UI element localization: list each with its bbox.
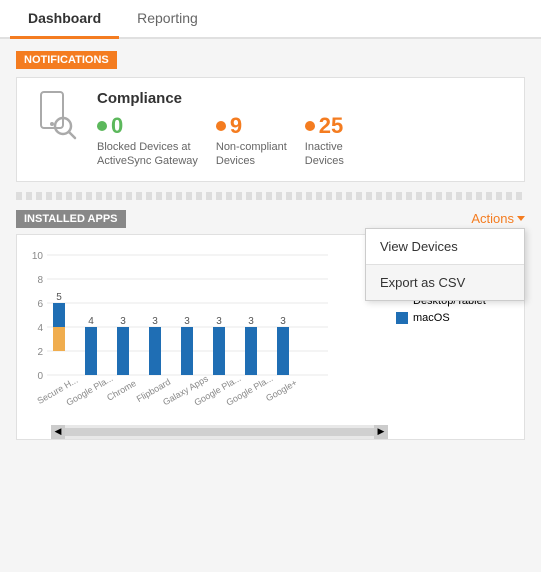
- bar-ios-0: [53, 327, 65, 351]
- section-divider: [16, 192, 525, 200]
- notifications-label: NOTIFICATIONS: [16, 51, 117, 69]
- tab-dashboard[interactable]: Dashboard: [10, 0, 119, 39]
- actions-dropdown: View Devices Export as CSV: [365, 228, 525, 301]
- dropdown-view-devices[interactable]: View Devices: [366, 229, 524, 264]
- svg-text:4: 4: [37, 323, 43, 334]
- blocked-label: Blocked Devices at ActiveSync Gateway: [97, 140, 198, 169]
- bar-mac-4: [181, 327, 193, 375]
- compliance-card: Compliance 0 Blocked Devices at ActiveSy…: [16, 77, 525, 182]
- bar-mac-3: [149, 327, 161, 375]
- svg-text:5: 5: [56, 292, 62, 303]
- svg-text:2: 2: [37, 347, 43, 358]
- scrollbar-track[interactable]: [65, 428, 374, 436]
- installed-apps-section: INSTALLED APPS Actions View Devices Expo…: [16, 210, 525, 440]
- bar-mac-0: [53, 303, 65, 327]
- actions-arrow-icon: [517, 216, 525, 221]
- bar-mac-5: [213, 327, 225, 375]
- device-icon: [31, 90, 83, 142]
- svg-text:3: 3: [120, 316, 126, 327]
- compliance-info: Compliance 0 Blocked Devices at ActiveSy…: [97, 90, 344, 169]
- main-content: NOTIFICATIONS Compliance: [0, 39, 541, 452]
- svg-text:3: 3: [152, 316, 158, 327]
- installed-apps-header: INSTALLED APPS Actions: [16, 210, 525, 228]
- notifications-section: NOTIFICATIONS Compliance: [16, 51, 525, 182]
- compliance-title: Compliance: [97, 90, 344, 107]
- chart-scrollbar: ◀ ▶: [51, 425, 388, 439]
- stat-inactive: 25 Inactive Devices: [305, 113, 344, 169]
- bar-mac-2: [117, 327, 129, 375]
- blocked-number: 0: [111, 113, 123, 139]
- installed-apps-label: INSTALLED APPS: [16, 210, 126, 228]
- noncompliant-dot: [216, 121, 226, 131]
- svg-text:4: 4: [88, 316, 94, 327]
- dropdown-export-csv[interactable]: Export as CSV: [366, 265, 524, 300]
- legend-color-macos: [396, 312, 408, 324]
- chart-area: 10 8 6 4 2 0: [23, 245, 388, 439]
- svg-text:10: 10: [32, 251, 44, 262]
- bar-mac-1: [85, 327, 97, 375]
- legend-item-macos: macOS: [396, 312, 510, 324]
- noncompliant-label: Non-compliant Devices: [216, 140, 287, 169]
- noncompliant-number: 9: [230, 113, 242, 139]
- blocked-dot: [97, 121, 107, 131]
- stats-row: 0 Blocked Devices at ActiveSync Gateway …: [97, 113, 344, 169]
- legend-label-macos: macOS: [413, 312, 450, 324]
- scrollbar-left-btn[interactable]: ◀: [51, 425, 65, 439]
- svg-text:3: 3: [216, 316, 222, 327]
- stat-blocked: 0 Blocked Devices at ActiveSync Gateway: [97, 113, 198, 169]
- inactive-label: Inactive Devices: [305, 140, 344, 169]
- actions-button[interactable]: Actions: [471, 211, 525, 226]
- inactive-number: 25: [319, 113, 343, 139]
- scrollbar-right-btn[interactable]: ▶: [374, 425, 388, 439]
- svg-text:3: 3: [184, 316, 190, 327]
- svg-text:3: 3: [280, 316, 286, 327]
- stat-noncompliant: 9 Non-compliant Devices: [216, 113, 287, 169]
- svg-text:0: 0: [37, 371, 43, 382]
- svg-text:8: 8: [37, 275, 43, 286]
- inactive-dot: [305, 121, 315, 131]
- svg-text:3: 3: [248, 316, 254, 327]
- tab-reporting[interactable]: Reporting: [119, 0, 216, 39]
- bar-chart-svg: 10 8 6 4 2 0: [23, 245, 333, 425]
- svg-text:6: 6: [37, 299, 43, 310]
- bar-mac-7: [277, 327, 289, 375]
- tab-bar: Dashboard Reporting: [0, 0, 541, 39]
- bar-mac-6: [245, 327, 257, 375]
